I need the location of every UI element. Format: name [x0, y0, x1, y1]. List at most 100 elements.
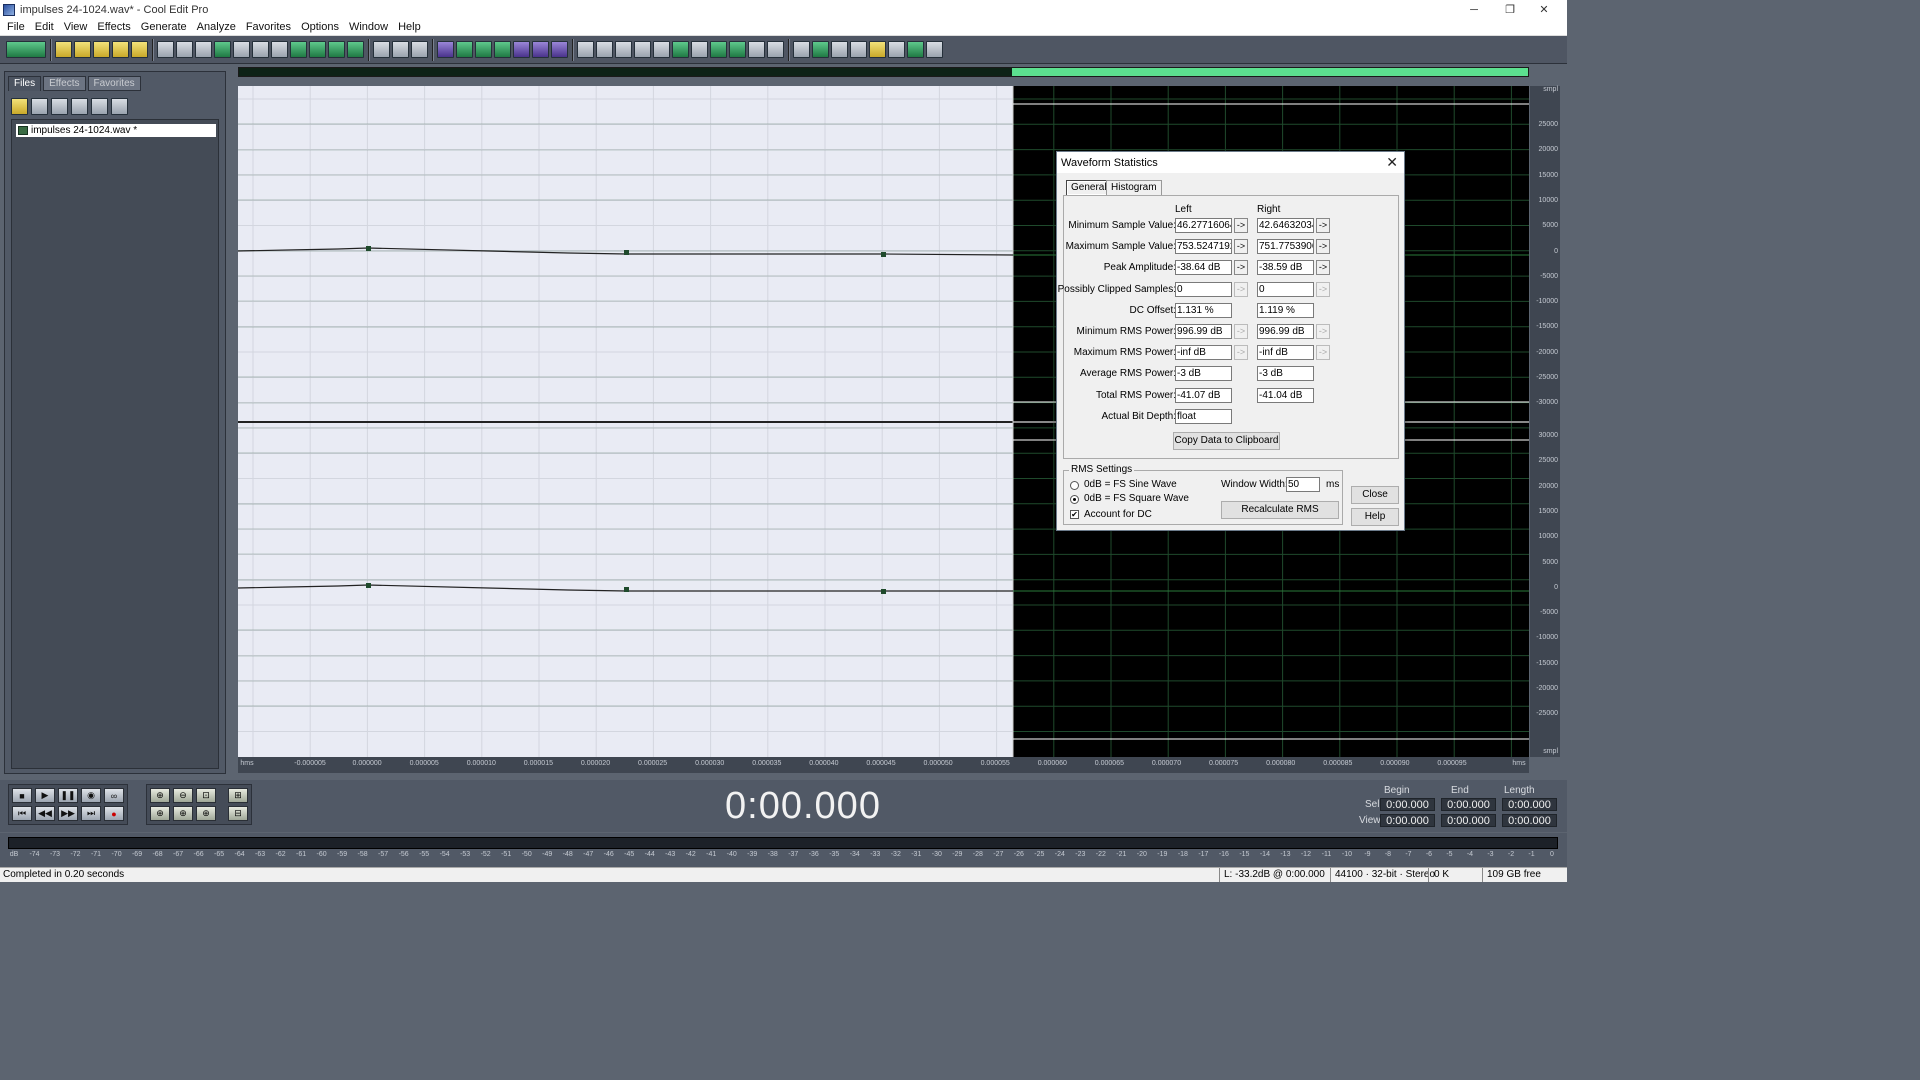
loop-button[interactable]: ∞ — [104, 788, 124, 803]
tab-general[interactable]: General — [1066, 180, 1112, 196]
tab-effects[interactable]: Effects — [43, 76, 86, 91]
envelope-icon[interactable] — [456, 41, 473, 58]
stat-right-value[interactable]: -38.59 dB — [1257, 260, 1314, 276]
overview-bar[interactable] — [238, 67, 1529, 77]
generate-noise-icon[interactable] — [812, 41, 829, 58]
help-icon[interactable] — [111, 98, 128, 115]
channel-mixer-icon[interactable] — [767, 41, 784, 58]
dialog-close-icon[interactable]: ✕ — [1386, 154, 1398, 171]
menu-edit[interactable]: Edit — [30, 21, 59, 33]
file-item[interactable]: impulses 24-1024.wav * — [16, 124, 216, 137]
zoom-full-icon[interactable]: ⊡ — [196, 788, 216, 803]
square-wave-radio[interactable] — [1070, 495, 1079, 504]
stat-left-value[interactable]: 46.27716064 — [1175, 218, 1232, 233]
go-to-arrow-button[interactable]: -> — [1234, 324, 1248, 339]
pan-icon[interactable] — [748, 41, 765, 58]
stop-button[interactable]: ■ — [12, 788, 32, 803]
menu-favorites[interactable]: Favorites — [241, 21, 296, 33]
go-to-arrow-button[interactable]: -> — [1234, 281, 1248, 297]
pitch-icon[interactable] — [653, 41, 670, 58]
sample-point[interactable] — [624, 250, 629, 255]
amplify-icon[interactable] — [437, 41, 454, 58]
menu-options[interactable]: Options — [296, 21, 344, 33]
close-all-icon[interactable] — [71, 98, 88, 115]
menu-generate[interactable]: Generate — [136, 21, 192, 33]
menu-analyze[interactable]: Analyze — [192, 21, 241, 33]
zoom-right-icon[interactable]: ⊕ — [173, 806, 193, 821]
multitrack-view-icon[interactable] — [6, 41, 46, 58]
sine-wave-radio[interactable] — [1070, 481, 1079, 490]
paste-new-icon[interactable] — [290, 41, 307, 58]
zoom-left-icon[interactable]: ⊕ — [150, 806, 170, 821]
go-to-beginning-button[interactable]: ⏮ — [12, 806, 32, 821]
help-button[interactable]: Help — [1351, 508, 1399, 526]
grid-icon[interactable] — [926, 41, 943, 58]
menu-window[interactable]: Window — [344, 21, 393, 33]
account-dc-checkbox[interactable]: ✔ — [1070, 510, 1079, 519]
open-folder-icon[interactable] — [11, 98, 28, 115]
invert-icon[interactable] — [634, 41, 651, 58]
go-to-arrow-button[interactable]: -> — [1316, 281, 1330, 297]
cut-icon[interactable] — [252, 41, 269, 58]
close-button[interactable]: Close — [1351, 486, 1399, 504]
sample-point[interactable] — [881, 589, 886, 594]
sample-point[interactable] — [366, 583, 371, 588]
undo-icon[interactable] — [157, 41, 174, 58]
view-begin-field[interactable]: 0:00.000 — [1380, 814, 1435, 827]
zoom-selection-icon[interactable]: ⊕ — [196, 806, 216, 821]
graphic-eq-icon[interactable] — [672, 41, 689, 58]
view-length-field[interactable]: 0:00.000 — [1502, 814, 1557, 827]
go-to-end-button[interactable]: ⏭ — [81, 806, 101, 821]
stat-left-value[interactable]: -inf dB — [1175, 345, 1232, 361]
mix-paste-icon[interactable] — [309, 41, 326, 58]
scan-icon[interactable] — [411, 41, 428, 58]
tab-favorites[interactable]: Favorites — [87, 76, 141, 91]
stat-left-value[interactable]: -3 dB — [1175, 366, 1232, 382]
go-to-arrow-button[interactable]: -> — [1316, 218, 1330, 233]
fade-icon[interactable] — [513, 41, 530, 58]
zoom-in-icon[interactable]: ⊕ — [150, 788, 170, 803]
play-to-end-button[interactable]: ◉ — [81, 788, 101, 803]
filter-icon[interactable] — [691, 41, 708, 58]
stat-left-value[interactable]: -41.07 dB — [1175, 387, 1232, 403]
go-to-arrow-button[interactable]: -> — [1316, 239, 1330, 255]
open-file-icon[interactable] — [74, 41, 91, 58]
tab-files[interactable]: Files — [8, 76, 42, 91]
find-icon[interactable] — [392, 41, 409, 58]
stat-right-value[interactable]: 1.119 % — [1257, 302, 1314, 318]
script-icon[interactable] — [888, 41, 905, 58]
stat-right-value[interactable]: 751.7753906 — [1257, 239, 1314, 255]
close-icon[interactable] — [51, 98, 68, 115]
stat-left-value[interactable]: 1.131 % — [1175, 302, 1232, 318]
zoom-vertical-in-icon[interactable]: ⊞ — [228, 788, 248, 803]
zoom-out-icon[interactable]: ⊖ — [173, 788, 193, 803]
fast-forward-button[interactable]: ▶▶ — [58, 806, 78, 821]
go-to-arrow-button[interactable]: -> — [1234, 260, 1248, 276]
stat-right-value[interactable]: 996.99 dB — [1257, 324, 1314, 339]
repeat-icon[interactable] — [195, 41, 212, 58]
crop-icon[interactable] — [347, 41, 364, 58]
parametric-eq-icon[interactable] — [710, 41, 727, 58]
stat-right-value[interactable]: 0 — [1257, 281, 1314, 297]
overview-visible-range[interactable] — [1012, 68, 1528, 76]
window-width-input[interactable]: 50 — [1286, 477, 1320, 492]
sample-point[interactable] — [881, 252, 886, 257]
go-to-arrow-button[interactable]: -> — [1234, 218, 1248, 233]
delay-icon[interactable] — [532, 41, 549, 58]
redo-icon[interactable] — [176, 41, 193, 58]
copy-icon[interactable] — [214, 41, 231, 58]
menu-help[interactable]: Help — [393, 21, 426, 33]
view-end-field[interactable]: 0:00.000 — [1441, 814, 1496, 827]
rewind-button[interactable]: ◀◀ — [35, 806, 55, 821]
tab-histogram[interactable]: Histogram — [1106, 180, 1162, 196]
stat-right-value[interactable]: -inf dB — [1257, 345, 1314, 361]
import-icon[interactable] — [31, 98, 48, 115]
insert-multitrack-icon[interactable] — [91, 98, 108, 115]
normalize-icon[interactable] — [475, 41, 492, 58]
stat-left-value[interactable]: -38.64 dB — [1175, 260, 1232, 276]
save-all-icon[interactable] — [112, 41, 129, 58]
go-to-arrow-button[interactable]: -> — [1316, 345, 1330, 361]
reverb-icon[interactable] — [551, 41, 568, 58]
go-to-arrow-button[interactable]: -> — [1316, 260, 1330, 276]
sample-point[interactable] — [624, 587, 629, 592]
